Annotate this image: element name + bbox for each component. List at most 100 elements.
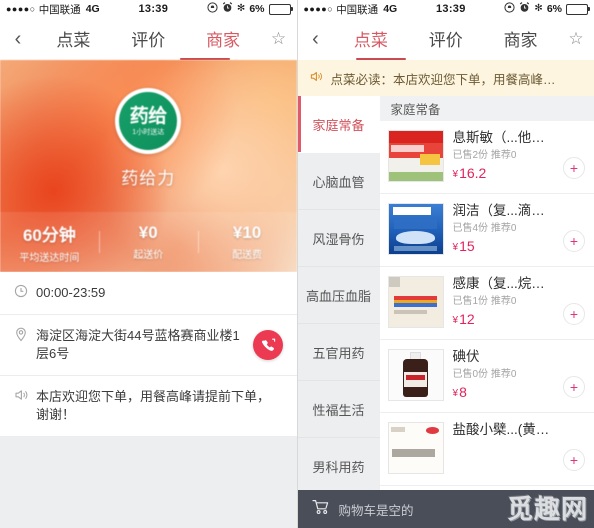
back-button[interactable]: ‹ — [298, 29, 334, 49]
favorite-star-icon[interactable]: ☆ — [261, 29, 297, 49]
category-label: 高血压血脂 — [305, 288, 371, 304]
alarm-icon — [519, 2, 530, 16]
location-icon — [14, 327, 36, 346]
product-row[interactable]: 息斯敏（...他定片） 已售2份 推荐0 ¥16.2 + — [379, 121, 594, 194]
currency-symbol: ¥ — [452, 315, 459, 326]
category-label: 五官用药 — [312, 345, 365, 361]
category-item-wuguanyongyao[interactable]: 五官用药 — [297, 324, 380, 381]
left-phone-panel: ●●●●○ 中国联通 4G 13:39 ✻ 6% ‹ 点菜 评价 商家 ☆ 药给… — [0, 0, 298, 528]
info-row-announcement: 本店欢迎您下单，用餐高峰请提前下单，谢谢！ — [0, 376, 297, 437]
stat-value: 60分钟 — [22, 225, 76, 245]
stat-value: ¥0 — [138, 223, 158, 242]
network-label: 4G — [85, 3, 100, 15]
tab-diancai[interactable]: 点菜 — [354, 26, 388, 53]
cart-bar[interactable]: 购物车是空的 觅趣网 — [297, 490, 594, 528]
shop-logo-inner: 药给 1小时送达 — [119, 92, 178, 150]
category-label: 性福生活 — [312, 402, 365, 418]
category-label: 风湿骨伤 — [312, 231, 365, 247]
category-label: 家庭常备 — [312, 117, 365, 133]
currency-symbol: ¥ — [452, 388, 459, 399]
screen: ●●●●○ 中国联通 4G 13:39 ✻ 6% ‹ 点菜 评价 商家 ☆ 药给… — [0, 0, 594, 528]
product-thumbnail — [387, 203, 444, 255]
clock-icon — [14, 284, 36, 302]
call-shop-button[interactable] — [252, 330, 283, 360]
price-value: 15 — [459, 238, 475, 254]
announcement-icon — [14, 388, 36, 406]
category-item-fengshigushang[interactable]: 风湿骨伤 — [297, 210, 380, 267]
shop-logo: 药给 1小时送达 — [115, 88, 182, 154]
nav-tabs-right: 点菜 评价 商家 — [334, 26, 559, 53]
currency-symbol: ¥ — [452, 242, 459, 253]
product-meta: 已售1份 推荐0 — [452, 296, 517, 307]
stat-delivery-time: 60分钟 平均送达时间 — [0, 221, 99, 264]
add-to-cart-button[interactable]: + — [563, 230, 585, 252]
clock-label: 13:39 — [435, 3, 466, 15]
status-icons: ✻ 6% — [207, 2, 293, 16]
bluetooth-icon: ✻ — [236, 3, 246, 14]
logo-sub-text: 1小时送达 — [132, 128, 165, 136]
tab-pingjia[interactable]: 评价 — [131, 26, 165, 53]
product-name: 盐酸小檗...(黄连素) — [452, 422, 559, 437]
watermark: 觅趣网 — [506, 494, 588, 524]
nav-bar-right: ‹ 点菜 评价 商家 ☆ — [297, 18, 594, 60]
price-value: 16.2 — [459, 165, 487, 181]
carrier-label: 中国联通 — [336, 3, 379, 16]
product-row[interactable]: 感康（复...烷胺片） 已售1份 推荐0 ¥12 + — [379, 267, 594, 340]
stat-delivery-fee: ¥10 配送费 — [197, 223, 297, 261]
right-phone-panel: ●●●●○ 中国联通 4G 13:39 ✻ 6% ‹ 点菜 评价 商家 ☆ 点菜… — [297, 0, 594, 528]
product-row[interactable]: 盐酸小檗...(黄连素) + — [379, 413, 594, 486]
category-label: 心脑血管 — [312, 174, 365, 190]
battery-icon — [268, 3, 293, 15]
product-thumbnail — [387, 276, 444, 328]
product-thumbnail — [387, 130, 444, 182]
category-item-xinnaoxueguan[interactable]: 心脑血管 — [297, 153, 380, 210]
product-price: ¥16.2 — [453, 166, 559, 182]
product-thumbnail — [387, 422, 444, 474]
bluetooth-icon: ✻ — [534, 3, 543, 14]
category-item-gaoxueyaxuezhi[interactable]: 高血压血脂 — [297, 267, 380, 324]
announcement-text: 本店欢迎您下单，用餐高峰请提前下单，谢谢！ — [36, 389, 271, 422]
left-empty-area — [0, 437, 297, 528]
active-tab-underline — [355, 57, 406, 60]
product-row[interactable]: 碘伏 已售0份 推荐0 ¥8 + — [379, 340, 594, 413]
favorite-star-icon[interactable]: ☆ — [558, 29, 594, 49]
back-button[interactable]: ‹ — [0, 29, 36, 49]
carrier-label: 中国联通 — [38, 3, 81, 16]
tab-shangjia[interactable]: 商家 — [504, 26, 538, 53]
shop-stats-bar: 60分钟 平均送达时间 ¥0 起送价 ¥10 配送费 — [0, 212, 297, 272]
notice-bar[interactable]: 点菜必读：本店欢迎您下单，用餐高峰… — [297, 60, 594, 96]
tab-shangjia[interactable]: 商家 — [206, 26, 240, 53]
battery-icon — [566, 3, 590, 15]
category-item-jiatingchangbei[interactable]: 家庭常备 — [297, 96, 380, 153]
tab-pingjia[interactable]: 评价 — [429, 26, 463, 53]
category-item-nankeyongyao[interactable]: 男科用药 — [298, 438, 380, 490]
add-to-cart-button[interactable]: + — [563, 449, 585, 471]
product-list: 家庭常备 息斯敏（...他定片） 已售2份 推荐0 ¥16.2 — [379, 96, 594, 490]
add-to-cart-button[interactable]: + — [563, 376, 585, 398]
add-to-cart-button[interactable]: + — [563, 303, 585, 325]
network-label: 4G — [383, 3, 398, 15]
cart-status-text: 购物车是空的 — [338, 503, 414, 518]
product-price: ¥8 — [453, 385, 559, 401]
product-list-header: 家庭常备 — [379, 96, 594, 121]
nav-tabs-left: 点菜 评价 商家 — [36, 26, 261, 53]
stat-min-order: ¥0 起送价 — [98, 223, 198, 261]
info-row-hours: 00:00-23:59 — [0, 272, 297, 315]
battery-percent-label: 6% — [249, 3, 265, 15]
price-value: 12 — [459, 311, 475, 327]
currency-symbol: ¥ — [452, 169, 459, 180]
product-row[interactable]: 润洁（复...滴眼液） 已售4份 推荐0 ¥15 + — [379, 194, 594, 267]
shop-hero-banner: 药给 1小时送达 药给力 60分钟 平均送达时间 ¥0 起送价 ¥10 配送费 — [0, 60, 297, 272]
product-name: 息斯敏（...他定片） — [452, 130, 559, 145]
product-name: 润洁（复...滴眼液） — [452, 203, 559, 218]
add-to-cart-button[interactable]: + — [563, 157, 585, 179]
product-price — [453, 442, 559, 458]
business-hours-text: 00:00-23:59 — [36, 285, 106, 300]
product-price: ¥15 — [453, 239, 559, 255]
stat-label: 起送价 — [133, 250, 164, 261]
category-item-xingfushenghuo[interactable]: 性福生活 — [297, 381, 380, 438]
tab-diancai[interactable]: 点菜 — [56, 26, 90, 53]
status-bar-left: ●●●●○ 中国联通 4G 13:39 ✻ 6% — [0, 0, 297, 18]
info-row-address[interactable]: 海淀区海淀大街44号蓝格赛商业楼1层6号 — [0, 315, 297, 376]
address-text: 海淀区海淀大街44号蓝格赛商业楼1层6号 — [36, 328, 240, 361]
